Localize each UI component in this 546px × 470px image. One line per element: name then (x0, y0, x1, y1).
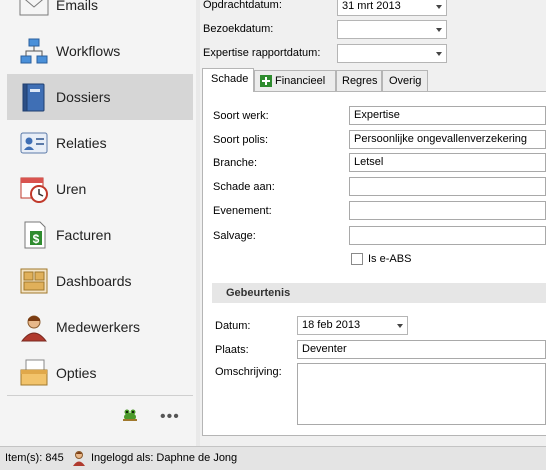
bezoekdatum-picker[interactable] (337, 20, 447, 39)
datum-picker[interactable]: 18 feb 2013 (297, 316, 408, 335)
nav-item-relaties[interactable]: Relaties (7, 120, 193, 166)
nav-label-facturen: Facturen (56, 227, 112, 243)
nav-separator (7, 395, 193, 396)
soort-polis-field[interactable]: Persoonlijke ongevallenverzekering (349, 130, 546, 149)
calendar-clock-icon (20, 177, 48, 203)
evenement-field[interactable] (349, 201, 546, 220)
datum-label: Datum: (215, 320, 251, 332)
chevron-down-icon (436, 28, 442, 32)
nav-label-uren: Uren (56, 181, 87, 197)
tab-overig[interactable]: Overig (382, 70, 428, 91)
opdrachtdatum-value: 31 mrt 2013 (342, 0, 401, 12)
nav-label-dashboards: Dashboards (56, 273, 132, 289)
expertise-rapportdatum-label: Expertise rapportdatum: (203, 47, 321, 59)
options-icon (20, 359, 48, 386)
omschrijving-label: Omschrijving: (215, 366, 282, 378)
evenement-label: Evenement: (213, 205, 272, 217)
invoice-icon: $ (24, 221, 46, 249)
nav-item-uren[interactable]: Uren (7, 166, 193, 212)
omschrijving-textarea[interactable] (297, 363, 546, 425)
bezoekdatum-label: Bezoekdatum: (203, 23, 274, 35)
chevron-down-icon (397, 324, 403, 328)
contact-card-icon (20, 132, 48, 154)
chevron-down-icon (436, 5, 442, 9)
tab-schade[interactable]: Schade (202, 68, 254, 92)
plaats-label: Plaats: (215, 344, 249, 356)
plaats-field[interactable]: Deventer (297, 340, 546, 359)
user-icon (73, 451, 85, 466)
svg-text:$: $ (33, 232, 40, 246)
tab-financieel-label: Financieel (275, 75, 326, 87)
workflow-icon (20, 38, 48, 64)
tab-regres[interactable]: Regres (336, 70, 382, 91)
salvage-label: Salvage: (213, 230, 256, 242)
nav-label-emails: Emails (56, 0, 99, 13)
nav-item-medewerkers[interactable]: Medewerkers (7, 304, 193, 350)
plaats-value: Deventer (302, 343, 347, 355)
dashboard-icon (20, 268, 48, 294)
expertise-rapportdatum-picker[interactable] (337, 44, 447, 63)
opdrachtdatum-picker[interactable]: 31 mrt 2013 (337, 0, 447, 16)
more-options-button[interactable]: ••• (160, 408, 180, 426)
item-count: Item(s): 845 (5, 452, 64, 464)
schade-aan-label: Schade aan: (213, 181, 275, 193)
employee-icon (20, 315, 48, 342)
soort-werk-field[interactable]: Expertise (349, 106, 546, 125)
gebeurtenis-section-header: Gebeurtenis (212, 283, 546, 303)
tab-overig-label: Overig (389, 75, 422, 87)
envelope-icon (19, 0, 49, 16)
soort-werk-value: Expertise (354, 109, 400, 121)
salvage-field[interactable] (349, 226, 546, 245)
soort-werk-label: Soort werk: (213, 110, 269, 122)
nav-item-workflows[interactable]: Workflows (7, 28, 193, 74)
tab-schade-label: Schade (211, 73, 249, 85)
logged-in-user: Ingelogd als: Daphne de Jong (91, 452, 238, 464)
frog-icon[interactable] (121, 407, 139, 423)
opdrachtdatum-label: Opdrachtdatum: (203, 0, 282, 11)
tab-financieel[interactable]: Financieel (254, 70, 336, 91)
nav-item-facturen[interactable]: $ Facturen (7, 212, 193, 258)
book-icon (22, 83, 45, 112)
status-bar: Item(s): 845 Ingelogd als: Daphne de Jon… (0, 446, 546, 470)
soort-polis-value: Persoonlijke ongevallenverzekering (354, 133, 528, 145)
nav-label-dossiers: Dossiers (56, 89, 111, 105)
is-eabs-label: Is e-ABS (368, 253, 412, 265)
nav-item-dashboards[interactable]: Dashboards (7, 258, 193, 304)
navigation-pane: Emails Workflows Dossiers Relaties Uren … (0, 0, 196, 446)
branche-field[interactable]: Letsel (349, 153, 546, 172)
soort-polis-label: Soort polis: (213, 134, 269, 146)
is-eabs-checkbox[interactable] (351, 253, 363, 265)
nav-label-opties: Opties (56, 365, 97, 381)
nav-item-dossiers[interactable]: Dossiers (7, 74, 193, 120)
nav-label-relaties: Relaties (56, 135, 107, 151)
branche-label: Branche: (213, 157, 258, 169)
nav-item-emails[interactable]: Emails (7, 0, 193, 28)
tab-regres-label: Regres (342, 75, 378, 87)
chevron-down-icon (436, 52, 442, 56)
nav-item-opties[interactable]: Opties (7, 350, 193, 396)
datum-value: 18 feb 2013 (302, 319, 361, 331)
schade-aan-field[interactable] (349, 177, 546, 196)
financial-icon (260, 75, 272, 87)
branche-value: Letsel (354, 156, 384, 168)
gebeurtenis-title: Gebeurtenis (226, 287, 291, 299)
nav-label-medewerkers: Medewerkers (56, 319, 141, 335)
nav-label-workflows: Workflows (56, 43, 121, 59)
